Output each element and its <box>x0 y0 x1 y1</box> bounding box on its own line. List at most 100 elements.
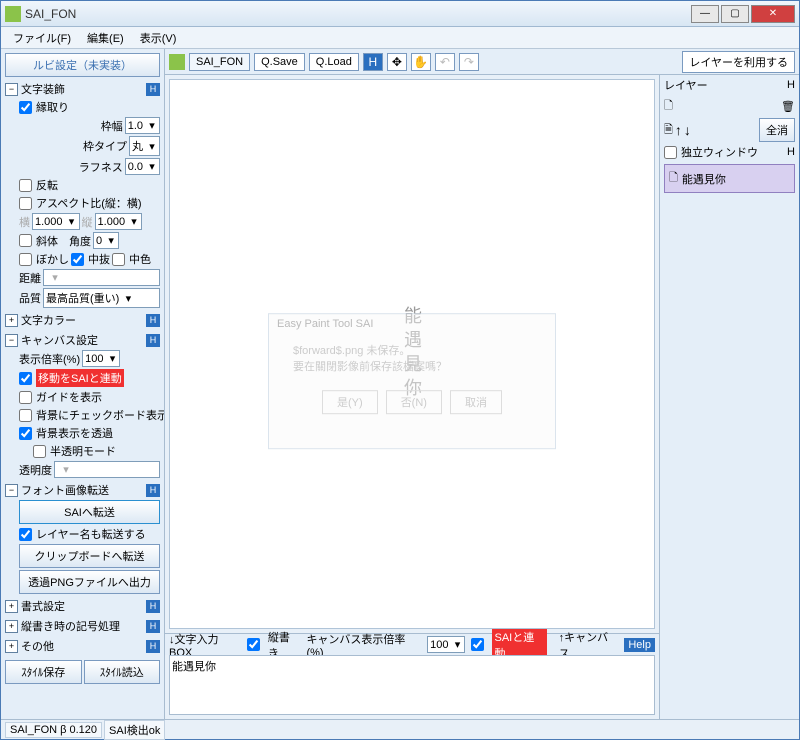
display-zoom-combo[interactable]: 100▾ <box>82 350 120 367</box>
aspect-checkbox[interactable] <box>19 197 32 210</box>
collapse-icon[interactable]: − <box>5 484 18 497</box>
semi-trans-checkbox[interactable] <box>33 445 46 458</box>
vertical-checkbox[interactable] <box>247 638 260 651</box>
aspect-tall-combo[interactable]: 1.000▾ <box>95 213 143 230</box>
style-save-button[interactable]: ｽﾀｲﾙ保存 <box>5 660 82 684</box>
style-load-button[interactable]: ｽﾀｲﾙ読込 <box>84 660 161 684</box>
hollow-checkbox[interactable] <box>71 253 84 266</box>
midcolor-checkbox[interactable] <box>112 253 125 266</box>
italic-checkbox[interactable] <box>19 234 32 247</box>
border-type-combo[interactable]: 丸▾ <box>129 136 160 156</box>
help-badge[interactable]: H <box>146 484 160 497</box>
expand-icon[interactable]: + <box>5 600 18 613</box>
aspect-wide-combo[interactable]: 1.000▾ <box>32 213 80 230</box>
collapse-icon[interactable]: − <box>5 83 18 96</box>
help-badge[interactable]: H <box>146 83 160 96</box>
qload-button[interactable]: Q.Load <box>309 53 359 71</box>
layer-up-icon[interactable]: ↑ <box>675 122 682 138</box>
expand-icon[interactable]: + <box>5 620 18 633</box>
maximize-button[interactable]: ▢ <box>721 5 749 23</box>
section-other[interactable]: + その他 H <box>5 638 160 654</box>
new-layer-icon[interactable]: 🗋 <box>664 97 673 116</box>
other-label: その他 <box>21 638 146 654</box>
redo-icon[interactable]: ↷ <box>459 53 479 71</box>
export-png-button[interactable]: 透過PNGファイルへ出力 <box>19 570 160 594</box>
menu-edit[interactable]: 編集(E) <box>79 28 132 48</box>
hollow-label: 中抜 <box>88 251 110 267</box>
qsave-button[interactable]: Q.Save <box>254 53 305 71</box>
show-guide-checkbox[interactable] <box>19 391 32 404</box>
show-guide-label: ガイドを表示 <box>36 389 102 405</box>
tate-symbol-label: 縦書き時の記号処理 <box>21 618 146 634</box>
clear-all-button[interactable]: 全消 <box>759 118 795 142</box>
duplicate-layer-icon[interactable]: 🗎 <box>664 121 673 140</box>
text-input[interactable]: 能遇見你 <box>169 655 655 715</box>
bg-trans-checkbox[interactable] <box>19 427 32 440</box>
menubar: ファイル(F) 編集(E) 表示(V) <box>1 27 799 49</box>
distance-label: 距離 <box>19 270 41 286</box>
flip-checkbox[interactable] <box>19 179 32 192</box>
center-area: SAI_FON Q.Save Q.Load H ✥ ✋ ↶ ↷ レイヤーを利用す… <box>165 49 799 719</box>
independent-window-checkbox[interactable] <box>664 146 677 159</box>
minimize-button[interactable]: — <box>691 5 719 23</box>
help-badge[interactable]: H <box>787 146 795 158</box>
collapse-icon[interactable]: − <box>5 334 18 347</box>
canvas[interactable]: 能遇見你 Easy Paint Tool SAI $forward$.png 未… <box>169 79 655 629</box>
help-badge[interactable]: H <box>146 600 160 613</box>
quality-label: 品質 <box>19 290 41 306</box>
section-tate-symbol[interactable]: + 縦書き時の記号処理 H <box>5 618 160 634</box>
menu-file[interactable]: ファイル(F) <box>5 28 79 48</box>
section-format-setting[interactable]: + 書式設定 H <box>5 598 160 614</box>
quality-combo[interactable]: 最高品質(重い)▾ <box>43 288 160 308</box>
border-width-combo[interactable]: 1.0▾ <box>125 117 160 134</box>
section-text-decoration[interactable]: − 文字装飾 H <box>5 81 160 97</box>
layer-down-icon[interactable]: ↓ <box>684 122 691 138</box>
section-canvas-setting[interactable]: − キャンバス設定 H <box>5 332 160 348</box>
send-to-sai-button[interactable]: SAIへ転送 <box>19 500 160 524</box>
window-title: SAI_FON <box>25 7 689 21</box>
distance-combo[interactable]: ▾ <box>43 269 160 286</box>
help-badge[interactable]: H <box>146 620 160 633</box>
layer-thumb-icon: 🗋 <box>669 169 678 188</box>
blur-checkbox[interactable] <box>19 253 32 266</box>
send-layer-name-checkbox[interactable] <box>19 528 32 541</box>
border-checkbox[interactable] <box>19 101 32 114</box>
canvas-setting-label: キャンバス設定 <box>21 332 146 348</box>
send-clipboard-button[interactable]: クリップボードへ転送 <box>19 544 160 568</box>
help-button[interactable]: Help <box>624 638 655 652</box>
ghost-cancel-button: 取消 <box>450 390 502 414</box>
section-text-color[interactable]: + 文字カラー H <box>5 312 160 328</box>
help-badge[interactable]: H <box>146 314 160 327</box>
italic-angle-combo[interactable]: 0▾ <box>93 232 119 249</box>
document-tab[interactable]: SAI_FON <box>189 53 250 71</box>
help-badge[interactable]: H <box>146 334 160 347</box>
layer-item[interactable]: 🗋 能遇見你 <box>664 164 795 193</box>
undo-icon[interactable]: ↶ <box>435 53 455 71</box>
canvas-zoom-combo[interactable]: 100▾ <box>427 636 465 653</box>
menu-view[interactable]: 表示(V) <box>132 28 185 48</box>
bg-checker-checkbox[interactable] <box>19 409 32 422</box>
flip-label: 反転 <box>36 177 58 193</box>
ghost-dialog-title: Easy Paint Tool SAI <box>269 314 555 334</box>
bg-checker-label: 背景にチェックボード表示 <box>36 407 165 423</box>
move-tool-icon[interactable]: ✥ <box>387 53 407 71</box>
delete-layer-icon[interactable]: 🗑 <box>781 100 795 113</box>
statusbar: SAI_FON β 0.120 SAI検出ok <box>1 719 799 739</box>
opacity-combo[interactable]: ▾ <box>54 461 160 478</box>
hand-tool-icon[interactable]: ✋ <box>411 53 431 71</box>
help-badge[interactable]: H <box>146 640 160 653</box>
section-font-transfer[interactable]: − フォント画像転送 H <box>5 482 160 498</box>
help-badge[interactable]: H <box>787 79 795 91</box>
use-layer-button[interactable]: レイヤーを利用する <box>682 51 795 73</box>
ruby-settings-button[interactable]: ルビ設定（未実装） <box>5 53 160 77</box>
roughness-combo[interactable]: 0.0▾ <box>125 158 160 175</box>
close-button[interactable]: ✕ <box>751 5 795 23</box>
bg-trans-label: 背景表示を透過 <box>36 425 113 441</box>
app-icon-small <box>169 54 185 70</box>
expand-icon[interactable]: + <box>5 640 18 653</box>
sai-link-checkbox[interactable] <box>471 638 484 651</box>
expand-icon[interactable]: + <box>5 314 18 327</box>
status-version: SAI_FON β 0.120 <box>5 722 102 738</box>
h-toggle-icon[interactable]: H <box>363 53 383 71</box>
link-move-checkbox[interactable] <box>19 372 32 385</box>
